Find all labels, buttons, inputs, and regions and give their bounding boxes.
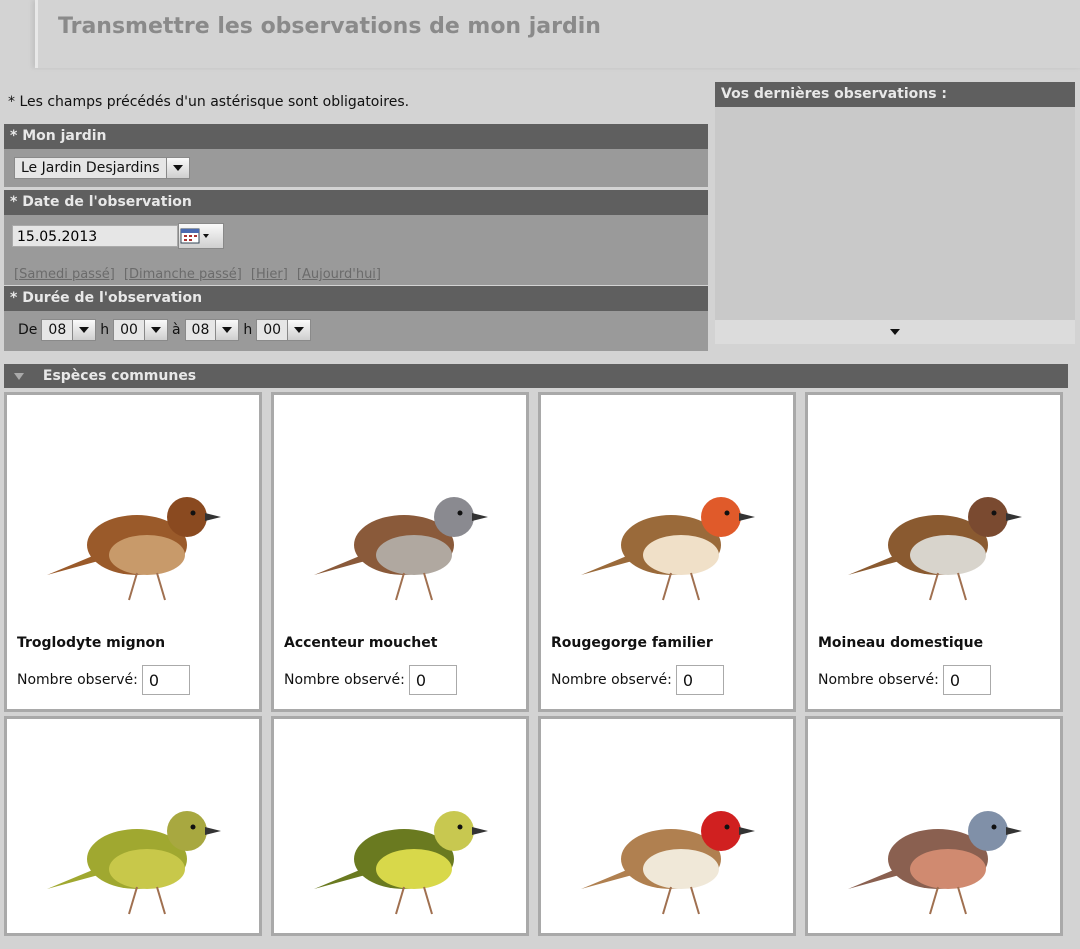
species-card: Rougegorge familier Nombre observé: 0 bbox=[538, 392, 796, 712]
calendar-button[interactable] bbox=[178, 223, 224, 249]
species-count-row: Nombre observé: 0 bbox=[17, 665, 190, 695]
date-quick-links: [Samedi passé] [Dimanche passé] [Hier] [… bbox=[14, 263, 385, 282]
species-card bbox=[805, 716, 1063, 936]
to-minute-select[interactable]: 00 bbox=[256, 319, 312, 341]
to-hour-value: 08 bbox=[191, 322, 210, 338]
count-label: Nombre observé: bbox=[551, 672, 672, 688]
bird-illustration bbox=[848, 497, 1022, 601]
species-count-row: Nombre observé: 0 bbox=[818, 665, 991, 695]
hour-label: h bbox=[243, 322, 253, 338]
link-yesterday[interactable]: [Hier] bbox=[251, 267, 288, 282]
duration-section: * Durée de l'observation De 08 h 00 à 08… bbox=[4, 286, 708, 351]
count-input[interactable]: 0 bbox=[942, 665, 991, 695]
bird-illustration bbox=[314, 497, 488, 601]
species-section-header[interactable]: Espèces communes bbox=[4, 364, 1068, 388]
from-hour-value: 08 bbox=[48, 322, 67, 338]
garden-select-value: Le Jardin Desjardins bbox=[21, 160, 160, 176]
link-last-sunday[interactable]: [Dimanche passé] bbox=[124, 267, 242, 282]
to-label: à bbox=[171, 322, 181, 338]
date-section: * Date de l'observation 15.05.2013 [Same… bbox=[4, 190, 708, 285]
count-label: Nombre observé: bbox=[284, 672, 405, 688]
chevron-down-icon bbox=[143, 320, 167, 340]
species-name: Troglodyte mignon bbox=[17, 635, 166, 651]
bird-illustration bbox=[314, 811, 488, 915]
species-name: Moineau domestique bbox=[818, 635, 984, 651]
date-label: * Date de l'observation bbox=[4, 190, 708, 215]
bird-illustration bbox=[47, 497, 221, 601]
chevron-down-icon bbox=[287, 320, 311, 340]
hour-label: h bbox=[100, 322, 110, 338]
species-card: Troglodyte mignon Nombre observé: 0 bbox=[4, 392, 262, 712]
link-last-saturday[interactable]: [Samedi passé] bbox=[14, 267, 115, 282]
count-label: Nombre observé: bbox=[818, 672, 939, 688]
count-input[interactable]: 0 bbox=[408, 665, 457, 695]
count-input[interactable]: 0 bbox=[141, 665, 190, 695]
from-minute-select[interactable]: 00 bbox=[113, 319, 168, 341]
chevron-down-icon bbox=[890, 329, 900, 335]
chevron-down-icon bbox=[72, 320, 96, 340]
chevron-down-icon bbox=[165, 158, 189, 178]
link-today[interactable]: [Aujourd'hui] bbox=[297, 267, 381, 282]
bird-illustration bbox=[581, 497, 755, 601]
garden-select[interactable]: Le Jardin Desjardins bbox=[14, 157, 190, 179]
species-card bbox=[4, 716, 262, 936]
count-label: Nombre observé: bbox=[17, 672, 138, 688]
bird-illustration bbox=[47, 811, 221, 915]
calendar-icon bbox=[180, 228, 209, 244]
required-note: * Les champs précédés d'un astérisque so… bbox=[8, 94, 410, 110]
from-label: De bbox=[18, 322, 38, 338]
duration-label: * Durée de l'observation bbox=[4, 286, 708, 311]
bird-illustration bbox=[848, 811, 1022, 915]
from-hour-select[interactable]: 08 bbox=[41, 319, 97, 341]
garden-section: * Mon jardin Le Jardin Desjardins bbox=[4, 124, 708, 187]
species-card bbox=[538, 716, 796, 936]
species-name: Accenteur mouchet bbox=[284, 635, 438, 651]
to-minute-value: 00 bbox=[263, 322, 282, 338]
count-input[interactable]: 0 bbox=[675, 665, 724, 695]
species-count-row: Nombre observé: 0 bbox=[284, 665, 457, 695]
from-minute-value: 00 bbox=[120, 322, 138, 338]
species-card: Moineau domestique Nombre observé: 0 bbox=[805, 392, 1063, 712]
date-input[interactable]: 15.05.2013 bbox=[12, 225, 178, 247]
species-section-title: Espèces communes bbox=[42, 368, 197, 384]
species-card: Accenteur mouchet Nombre observé: 0 bbox=[271, 392, 529, 712]
page-title: Transmettre les observations de mon jard… bbox=[58, 14, 601, 39]
bird-illustration bbox=[581, 811, 755, 915]
species-count-row: Nombre observé: 0 bbox=[551, 665, 724, 695]
expand-recent-button[interactable] bbox=[715, 320, 1075, 344]
to-hour-select[interactable]: 08 bbox=[184, 319, 240, 341]
species-card bbox=[271, 716, 529, 936]
recent-observations-title: Vos dernières observations : bbox=[715, 82, 1075, 107]
garden-label: * Mon jardin bbox=[4, 124, 708, 149]
collapse-triangle-icon bbox=[14, 372, 24, 380]
page-title-tab: Transmettre les observations de mon jard… bbox=[35, 0, 1080, 68]
recent-observations-panel: Vos dernières observations : bbox=[715, 82, 1075, 344]
species-name: Rougegorge familier bbox=[551, 635, 713, 651]
chevron-down-icon bbox=[215, 320, 239, 340]
